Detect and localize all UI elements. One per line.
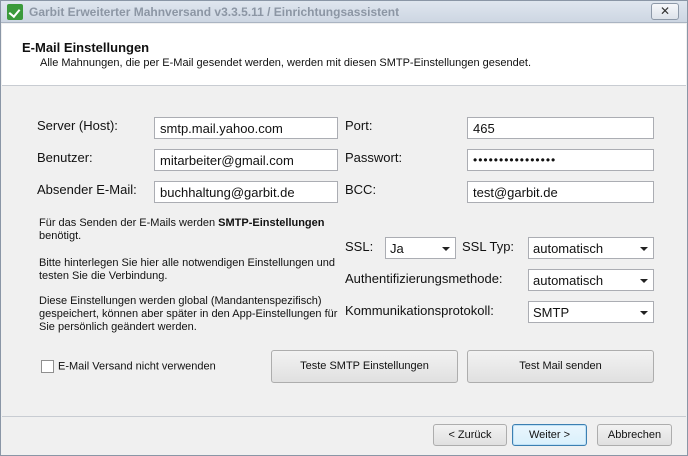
disable-email-option[interactable]: E-Mail Versand nicht verwenden [41, 360, 216, 373]
ssl-type-label: SSL Typ: [462, 239, 515, 254]
password-input[interactable]: •••••••••••••••• [467, 149, 654, 171]
disable-email-checkbox[interactable] [41, 360, 54, 373]
server-label: Server (Host): [37, 118, 118, 133]
window-title: Garbit Erweiterter Mahnversand v3.3.5.11… [29, 5, 400, 19]
close-button[interactable]: ✕ [651, 3, 679, 20]
disable-email-label: E-Mail Versand nicht verwenden [58, 360, 216, 373]
protocol-select[interactable]: SMTP [528, 301, 654, 323]
chevron-down-icon [442, 247, 450, 251]
chevron-down-icon [640, 279, 648, 283]
info-test-connection: Bitte hinterlegen Sie hier alle notwendi… [39, 257, 335, 282]
app-check-icon [7, 4, 23, 20]
protocol-label: Kommunikationsprotokoll: [345, 303, 494, 318]
wizard-header: E-Mail Einstellungen Alle Mahnungen, die… [2, 24, 686, 86]
cancel-button[interactable]: Abbrechen [597, 424, 672, 446]
auth-method-select[interactable]: automatisch [528, 269, 654, 291]
test-smtp-button[interactable]: Teste SMTP Einstellungen [271, 350, 458, 383]
server-input[interactable]: smtp.mail.yahoo.com [154, 117, 338, 139]
page-subtitle: Alle Mahnungen, die per E-Mail gesendet … [40, 57, 532, 69]
user-input[interactable]: mitarbeiter@gmail.com [154, 149, 338, 171]
chevron-down-icon [640, 311, 648, 315]
ssl-label: SSL: [345, 239, 374, 254]
info-smtp-required: Für das Senden der E-Mails werden SMTP-E… [39, 217, 325, 242]
wizard-window: Garbit Erweiterter Mahnversand v3.3.5.11… [0, 0, 688, 456]
port-label: Port: [345, 118, 373, 133]
chevron-down-icon [640, 247, 648, 251]
page-title: E-Mail Einstellungen [22, 40, 150, 55]
sender-email-input[interactable]: buchhaltung@garbit.de [154, 181, 338, 203]
auth-method-label: Authentifizierungsmethode: [345, 271, 503, 286]
footer-divider [2, 416, 686, 417]
sender-label: Absender E-Mail: [37, 182, 137, 197]
next-button[interactable]: Weiter > [512, 424, 587, 446]
info-global-settings: Diese Einstellungen werden global (Manda… [39, 295, 338, 333]
bcc-label: BCC: [345, 182, 377, 197]
password-label: Passwort: [345, 150, 403, 165]
port-input[interactable]: 465 [467, 117, 654, 139]
bcc-input[interactable]: test@garbit.de [467, 181, 654, 203]
back-button[interactable]: < Zurück [433, 424, 507, 446]
user-label: Benutzer: [37, 150, 93, 165]
title-bar: Garbit Erweiterter Mahnversand v3.3.5.11… [1, 1, 687, 23]
ssl-select[interactable]: Ja [385, 237, 456, 259]
send-test-mail-button[interactable]: Test Mail senden [467, 350, 654, 383]
ssl-type-select[interactable]: automatisch [528, 237, 654, 259]
